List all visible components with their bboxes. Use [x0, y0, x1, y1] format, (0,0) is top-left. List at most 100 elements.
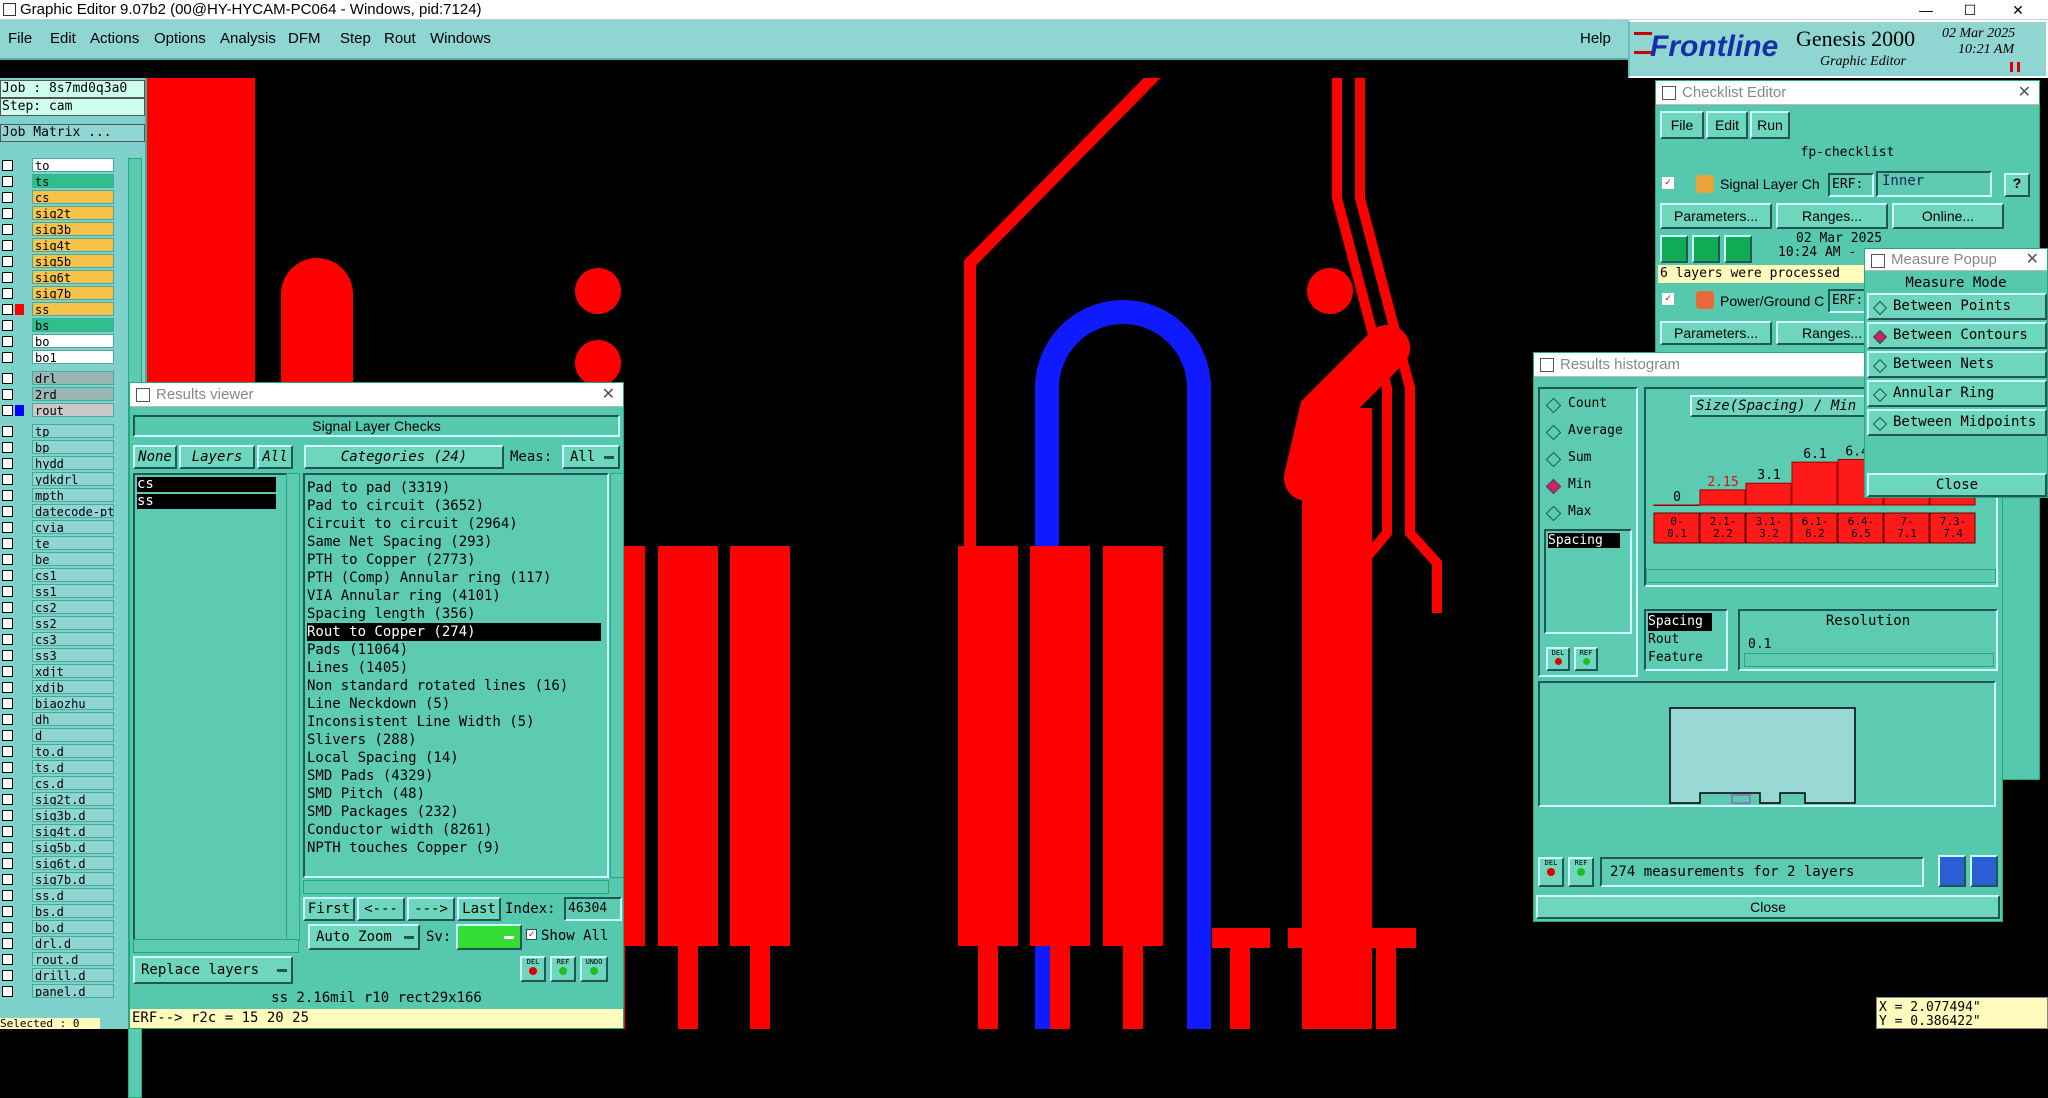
layer-checkbox[interactable] [2, 474, 13, 485]
layer-checkbox[interactable] [2, 714, 13, 725]
layer-row[interactable]: ss3 [0, 648, 116, 663]
category-item[interactable]: Pad to circuit (3652) [307, 497, 607, 515]
layer-name[interactable]: biaozhu [32, 696, 114, 710]
category-item[interactable]: Inconsistent Line Width (5) [307, 713, 607, 731]
menu-edit[interactable]: Edit [50, 30, 76, 47]
category-item[interactable]: Pads (11064) [307, 641, 607, 659]
chart-hscroll[interactable] [1646, 569, 1996, 583]
layer-row[interactable]: to [0, 158, 116, 173]
layer-row[interactable]: bo [0, 334, 116, 349]
layer-name[interactable]: bo [32, 334, 114, 348]
layer-name[interactable]: sig7b.d [32, 872, 114, 886]
categories-scrollbar[interactable] [610, 473, 624, 878]
category-item[interactable]: VIA Annular ring (4101) [307, 587, 607, 605]
export-icon[interactable] [1938, 855, 1966, 887]
auto-zoom-dropdown[interactable]: Auto Zoom [308, 924, 420, 950]
layer-name[interactable]: bo.d [32, 920, 114, 934]
menu-options[interactable]: Options [154, 30, 206, 47]
layer-row[interactable]: sig7b.d [0, 872, 116, 887]
help-button[interactable]: ? [2004, 173, 2030, 197]
close-button[interactable]: ✕ [1996, 0, 2040, 20]
measure-option[interactable]: Between Nets [1867, 351, 2047, 378]
layer-row[interactable]: sig6t [0, 270, 116, 285]
checklist-menu-edit[interactable]: Edit [1706, 111, 1748, 139]
stat-option[interactable]: Sum [1545, 449, 1634, 469]
categories-list[interactable]: Pad to pad (3319) Pad to circuit (3652) Ci… [303, 473, 609, 878]
layer-name[interactable]: cvia [32, 520, 114, 534]
layer-row[interactable]: ss1 [0, 584, 116, 599]
layer-name[interactable]: sig7b [32, 286, 114, 300]
layer-name[interactable]: sig3b [32, 222, 114, 236]
layer-name[interactable]: ss.d [32, 888, 114, 902]
first-button[interactable]: First [303, 897, 355, 921]
menu-analysis[interactable]: Analysis [220, 30, 276, 47]
category-item[interactable]: Spacing length (356) [307, 605, 607, 623]
layer-checkbox[interactable] [2, 256, 13, 267]
erf-value[interactable]: Inner [1876, 171, 1992, 197]
maximize-button[interactable]: ☐ [1948, 0, 1992, 20]
index-field[interactable]: 46304 [564, 897, 622, 921]
layer-name[interactable]: datecode-pt [32, 504, 114, 518]
layer-checkbox[interactable] [2, 810, 13, 821]
measure-option[interactable]: Between Points [1867, 293, 2047, 320]
layer-name[interactable]: cs1 [32, 568, 114, 582]
category-item[interactable]: Slivers (288) [307, 731, 607, 749]
ranges-button[interactable]: Ranges... [1776, 203, 1888, 229]
layer-row[interactable]: cs1 [0, 568, 116, 583]
checklist-menu-run[interactable]: Run [1750, 111, 1790, 139]
layer-checkbox[interactable] [2, 336, 13, 347]
ref-button[interactable]: REF [1568, 857, 1594, 887]
last-button[interactable]: Last [457, 897, 501, 921]
layer-row[interactable]: xdjt [0, 664, 116, 679]
layer-name[interactable]: d [32, 728, 114, 742]
layer-name[interactable]: mpth [32, 488, 114, 502]
layer-row[interactable]: 2rd [0, 387, 116, 402]
layer-name[interactable]: xdjt [32, 664, 114, 678]
layer-checkbox[interactable] [2, 160, 13, 171]
layer-name[interactable]: sig6t.d [32, 856, 114, 870]
layer-name[interactable]: sig3b.d [32, 808, 114, 822]
replace-layers-dropdown[interactable]: Replace layers [133, 956, 293, 984]
layer-name[interactable]: xdjb [32, 680, 114, 694]
layer-checkbox[interactable] [2, 970, 13, 981]
layer-name[interactable]: drill.d [32, 968, 114, 982]
menu-step[interactable]: Step [340, 30, 371, 47]
layer-row[interactable]: d [0, 728, 116, 743]
layer-checkbox[interactable] [2, 522, 13, 533]
layer-row[interactable]: hydd [0, 456, 116, 471]
layer-row[interactable]: ss [0, 302, 116, 317]
layer-row[interactable]: rout.d [0, 952, 116, 967]
layer-list-hscroll[interactable] [133, 939, 299, 953]
layer-checkbox[interactable] [2, 730, 13, 741]
layer-name[interactable]: sig4t.d [32, 824, 114, 838]
menu-rout[interactable]: Rout [384, 30, 416, 47]
layer-checkbox[interactable] [2, 746, 13, 757]
ref-button[interactable]: REF [1574, 647, 1598, 671]
measure-close-button[interactable]: Close [1867, 473, 2047, 497]
layer-row[interactable]: drill.d [0, 968, 116, 983]
layer-checkbox[interactable] [2, 890, 13, 901]
layer-row[interactable]: cs [0, 190, 116, 205]
layer-row[interactable]: datecode-pt [0, 504, 116, 519]
layer-checkbox[interactable] [2, 874, 13, 885]
histogram-bar[interactable] [1791, 461, 1838, 506]
item2-checkbox[interactable]: ✓ [1662, 293, 1674, 305]
layer-checkbox[interactable] [2, 778, 13, 789]
layer-row[interactable]: tp [0, 424, 116, 439]
layer-row[interactable]: bo.d [0, 920, 116, 935]
export-icon[interactable] [1970, 855, 1998, 887]
layer-checkbox[interactable] [2, 272, 13, 283]
category-item[interactable]: PTH (Comp) Annular ring (117) [307, 569, 607, 587]
layer-row[interactable]: drl [0, 371, 116, 386]
menu-dfm[interactable]: DFM [288, 30, 321, 47]
layer-name[interactable]: rout [32, 403, 114, 417]
layer-checkbox[interactable] [2, 634, 13, 645]
measure-option[interactable]: Between Contours [1867, 322, 2047, 349]
layer-checkbox[interactable] [2, 373, 13, 384]
layer-checkbox[interactable] [2, 954, 13, 965]
run-action-icon[interactable] [1692, 235, 1720, 263]
stat-option[interactable]: Count [1545, 395, 1634, 415]
categories-hscroll[interactable] [303, 880, 609, 894]
category-item[interactable]: Local Spacing (14) [307, 749, 607, 767]
measure-option[interactable]: Between Midpoints [1867, 409, 2047, 436]
